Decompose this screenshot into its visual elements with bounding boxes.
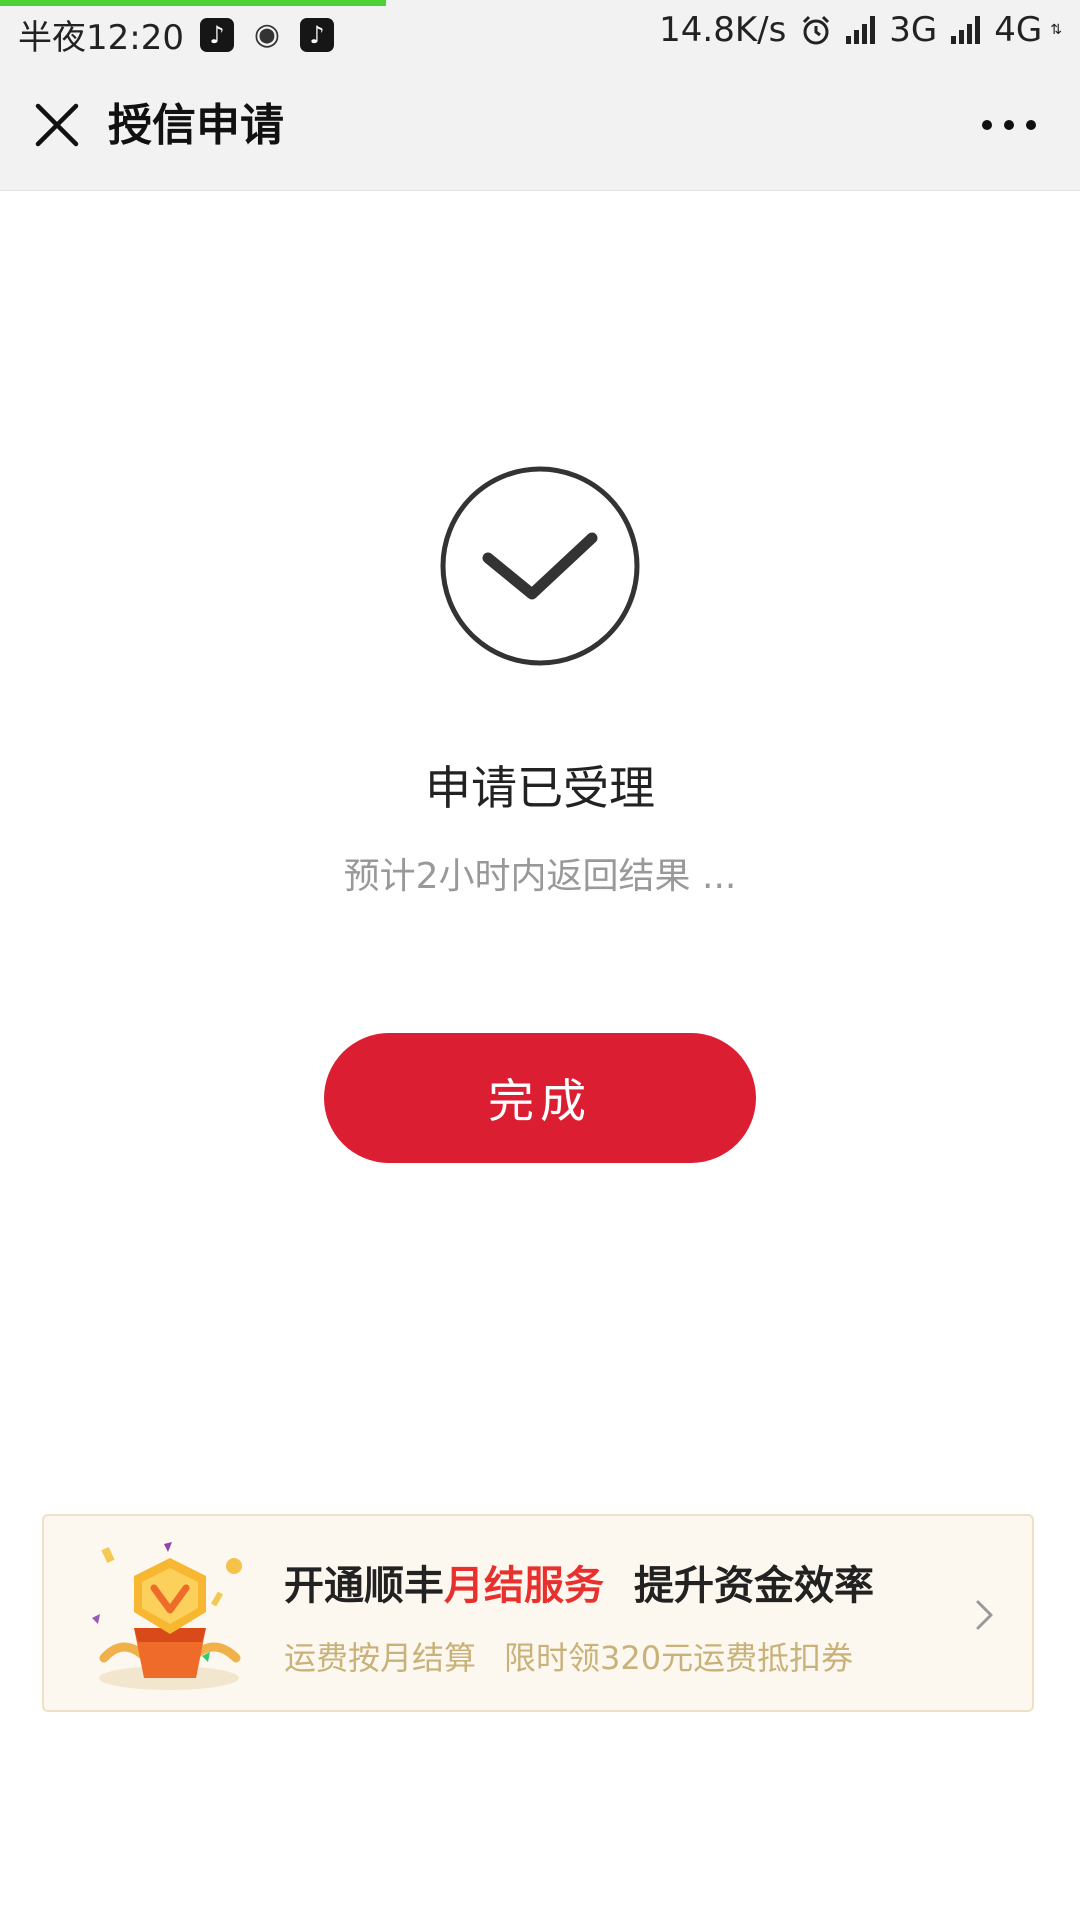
more-dot-icon [1026,120,1036,130]
promo-headline-highlight: 月结服务 [444,1563,604,1609]
network-speed: 14.8K/s [659,10,787,50]
status-time: 半夜12:20 [18,18,184,58]
gift-box-icon [92,1542,242,1690]
success-check-icon [440,466,640,666]
page-title: 授信申请 [108,100,284,151]
close-button[interactable] [30,98,84,152]
more-dot-icon [1004,120,1014,130]
status-bar-left: 半夜12:20 ♪ ◉ ♪ [18,10,334,59]
tiktok-notification-icon-2: ♪ [299,17,334,52]
data-transfer-icon: ⇅ [1050,22,1062,38]
chevron-right-icon [976,1600,993,1630]
promo-headline-part1: 开通顺丰 [284,1563,444,1609]
tiktok-notification-icon: ♪ [199,17,234,52]
status-bar-right: 14.8K/s 3G 4G ⇅ [659,10,1062,50]
promo-subline-part1: 运费按月结算 [284,1639,477,1677]
monthly-settlement-promo-banner[interactable]: 开通顺丰月结服务 提升资金效率 运费按月结算 限时领320元运费抵扣券 [42,1514,1034,1712]
result-subtitle: 预计2小时内返回结果 ... [343,856,737,897]
done-button[interactable]: 完成 [324,1033,756,1163]
status-bar: 半夜12:20 ♪ ◉ ♪ 14.8K/s 3G 4G ⇅ [0,0,1080,62]
music-notification-icon: ◉ [253,17,281,52]
promo-subline-part2: 限时领320元运费抵扣券 [504,1639,854,1677]
promo-subline: 运费按月结算 限时领320元运费抵扣券 [284,1636,853,1680]
more-dot-icon [982,120,992,130]
navigation-header: 授信申请 [0,62,1080,191]
close-icon [35,103,79,147]
more-options-button[interactable] [982,112,1036,138]
signal-strength-icon-2 [951,16,981,44]
result-title: 申请已受理 [425,761,655,815]
page-load-progress [0,0,386,6]
alarm-clock-icon [803,15,830,45]
network-type-2: 4G [994,10,1043,50]
network-type-1: 3G [889,10,938,50]
signal-strength-icon [846,16,876,44]
promo-headline-part2: 提升资金效率 [634,1563,874,1609]
promo-headline: 开通顺丰月结服务 提升资金效率 [284,1560,874,1612]
